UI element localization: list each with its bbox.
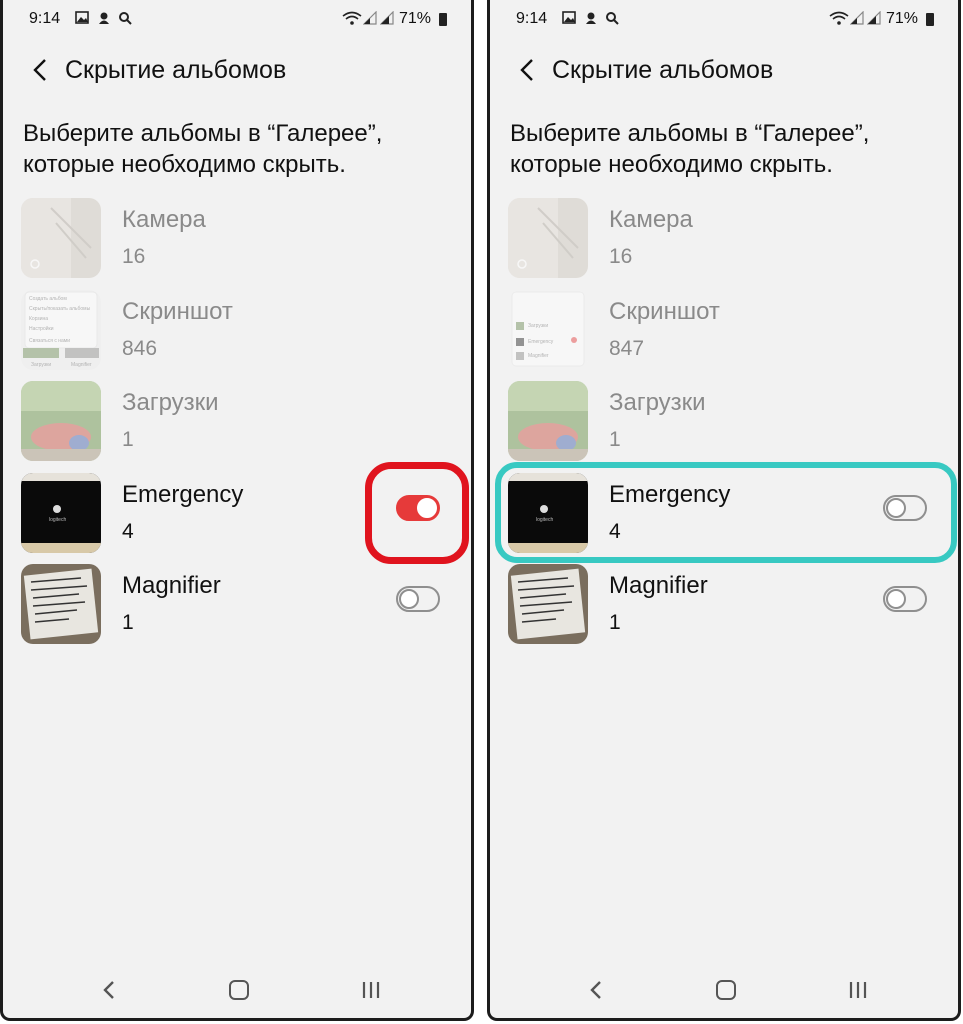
album-name: Скриншот [609, 298, 720, 325]
nav-recents-icon[interactable] [360, 981, 382, 999]
album-row-magnifier: Magnifier 1 [3, 564, 471, 644]
highlight-frame-teal [495, 462, 957, 563]
album-count: 846 [122, 337, 158, 360]
app-bar: Скрытие альбомов [490, 48, 958, 92]
signal-icon [363, 11, 377, 25]
page-title: Скрытие альбомов [552, 56, 774, 84]
gallery-icon [75, 11, 89, 24]
album-row-screenshot: Создать альбом Скрыть/показать альбомы К… [3, 290, 471, 370]
app-notification-icon [99, 12, 109, 24]
search-notification-icon [606, 12, 619, 25]
album-name: Камера [122, 206, 206, 233]
album-name: Magnifier [609, 572, 708, 599]
album-row-camera: Камера 16 [490, 198, 958, 278]
battery-icon [926, 13, 934, 26]
wifi-icon [829, 11, 849, 25]
status-bar: 9:14 71% [490, 0, 958, 40]
battery-icon [439, 13, 447, 26]
album-row-magnifier: Magnifier 1 [490, 564, 958, 644]
phone-screen-left: 9:14 71% Скрытие альбомов Выберите альбо… [0, 0, 474, 1021]
back-arrow-icon[interactable] [29, 56, 53, 84]
highlight-frame-red [365, 462, 469, 564]
album-name: Загрузки [122, 389, 219, 416]
album-name: Emergency [122, 481, 244, 508]
album-count: 1 [609, 611, 621, 634]
album-row-camera: Камера 16 [3, 198, 471, 278]
status-time: 9:14 [29, 10, 61, 27]
album-row-screenshot: Загрузки Emergency Magnifier Скриншот 84… [490, 290, 958, 370]
navigation-bar [3, 962, 471, 1018]
album-thumbnail [508, 564, 588, 644]
album-count: 1 [609, 428, 621, 451]
gallery-icon [562, 11, 576, 24]
signal-icon [850, 11, 864, 25]
album-thumbnail: Создать альбом Скрыть/показать альбомы К… [21, 290, 101, 370]
album-thumbnail [508, 381, 588, 461]
wifi-icon [342, 11, 362, 25]
battery-percent: 71% [885, 10, 918, 27]
thumb-caption: Загрузки [528, 323, 548, 329]
menu-item-text: Настройки [29, 325, 54, 332]
album-row-downloads: Загрузки 1 [490, 381, 958, 461]
nav-home-icon[interactable] [716, 980, 736, 1000]
album-thumbnail [508, 198, 588, 278]
instruction-text: Выберите альбомы в “Галерее”, которые не… [23, 120, 383, 178]
album-count: 4 [122, 520, 134, 543]
battery-percent: 71% [398, 10, 431, 27]
album-row-downloads: Загрузки 1 [3, 381, 471, 461]
hide-album-toggle[interactable] [396, 586, 440, 612]
page-title: Скрытие альбомов [65, 56, 287, 84]
album-count: 1 [122, 611, 134, 634]
nav-recents-icon[interactable] [847, 981, 869, 999]
status-time: 9:14 [516, 10, 548, 27]
album-thumbnail [21, 381, 101, 461]
app-bar: Скрытие альбомов [3, 48, 471, 92]
album-count: 16 [609, 245, 633, 268]
thumb-caption: Magnifier [528, 353, 549, 359]
signal-icon-2 [380, 11, 394, 25]
signal-icon-2 [867, 11, 881, 25]
album-count: 847 [609, 337, 645, 360]
thumb-caption: Emergency [528, 339, 554, 345]
album-thumbnail: logitech [21, 473, 101, 553]
nav-back-icon[interactable] [586, 978, 606, 1002]
svg-text:logitech: logitech [49, 517, 66, 523]
menu-item-text: Скрыть/показать альбомы [29, 306, 91, 312]
status-bar: 9:14 71% [3, 0, 471, 40]
album-name: Скриншот [122, 298, 233, 325]
toggle-knob [886, 589, 906, 609]
menu-item-text: Корзина [29, 316, 48, 322]
navigation-bar [490, 962, 958, 1018]
album-name: Magnifier [122, 572, 221, 599]
thumb-caption: Загрузки [31, 362, 51, 368]
menu-item-text: Создать альбом [29, 296, 67, 302]
album-count: 16 [122, 245, 146, 268]
album-thumbnail [21, 564, 101, 644]
album-name: Камера [609, 206, 693, 233]
search-notification-icon [119, 12, 132, 25]
phone-screen-right: 9:14 71% Скрытие альбомов Выберите альбо… [487, 0, 961, 1021]
album-thumbnail [21, 198, 101, 278]
album-count: 1 [122, 428, 134, 451]
album-name: Загрузки [609, 389, 706, 416]
hide-album-toggle[interactable] [883, 586, 927, 612]
nav-home-icon[interactable] [229, 980, 249, 1000]
album-thumbnail: Загрузки Emergency Magnifier [508, 290, 588, 370]
back-arrow-icon[interactable] [516, 56, 540, 84]
nav-back-icon[interactable] [99, 978, 119, 1002]
thumb-caption: Magnifier [71, 362, 92, 368]
app-notification-icon [586, 12, 596, 24]
toggle-knob [399, 589, 419, 609]
menu-item-text: Связаться с нами [29, 338, 70, 344]
instruction-text: Выберите альбомы в “Галерее”, которые не… [510, 120, 870, 178]
